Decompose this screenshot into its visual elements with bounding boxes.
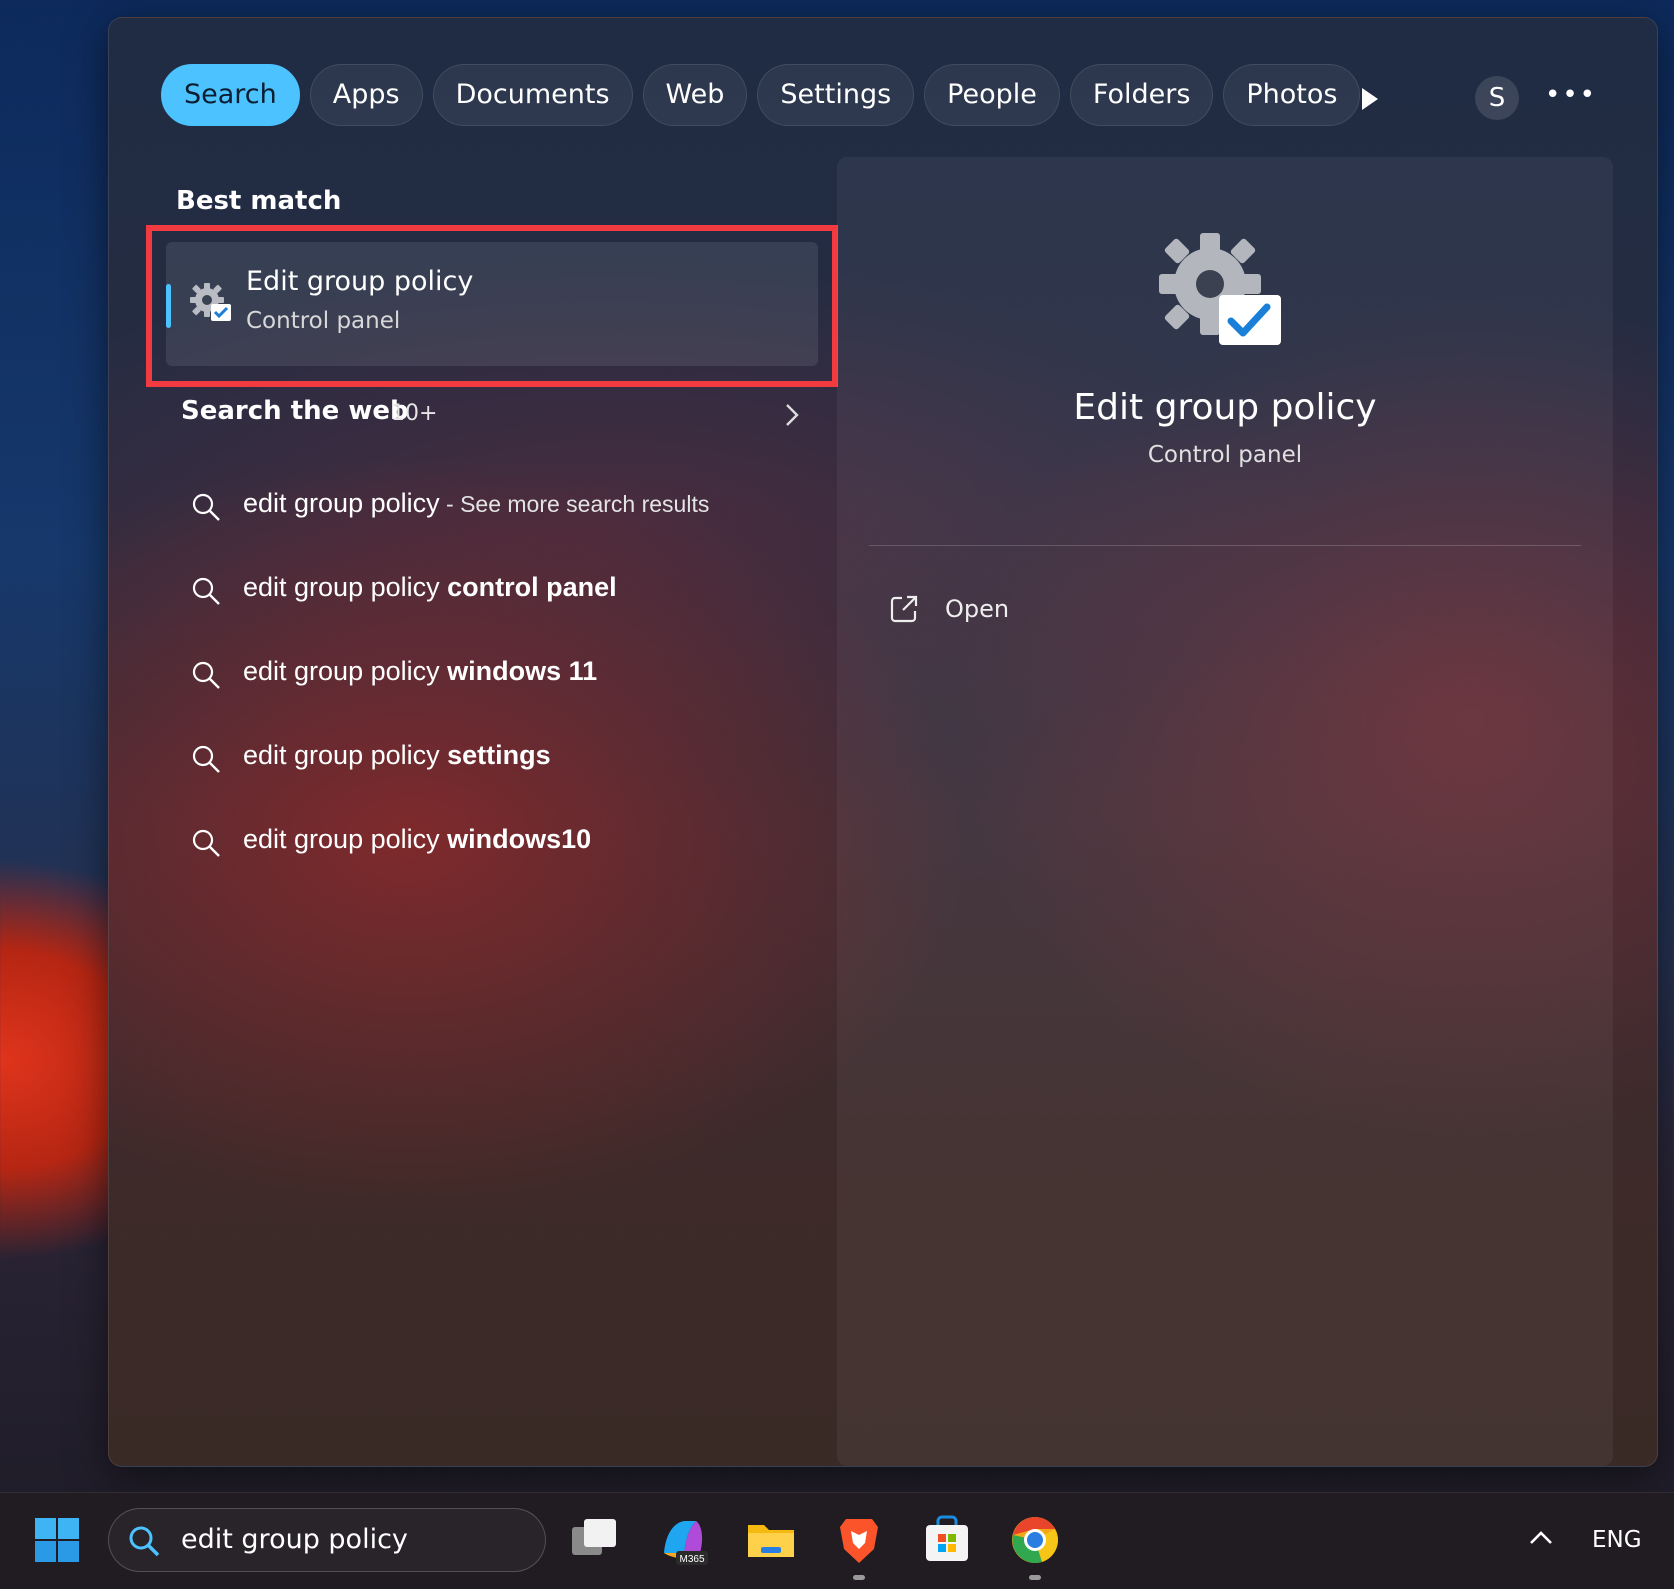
gear-check-icon [1159,233,1281,345]
best-match-title: Edit group policy [246,266,474,297]
task-view-icon[interactable] [568,1513,622,1567]
open-external-icon [890,595,918,623]
divider [869,545,1581,546]
gear-check-icon [190,283,231,321]
detail-pane: Edit group policy Control panel Open [837,157,1613,1466]
best-match-item[interactable]: Edit group policy Control panel [166,242,818,366]
open-label: Open [945,595,1010,623]
tab-search[interactable]: Search [161,64,300,126]
chrome-canary-icon[interactable] [1008,1513,1062,1567]
best-match-heading: Best match [176,186,342,216]
selection-indicator [166,284,171,328]
search-icon [129,1526,160,1557]
search-icon [192,745,220,773]
web-result-text: edit group policy settings [243,740,551,770]
running-indicator [1029,1575,1041,1580]
start-search-panel: Search Apps Documents Web Settings Peopl… [108,17,1658,1467]
file-explorer-icon[interactable] [744,1513,798,1567]
play-icon[interactable] [1354,84,1384,114]
web-result[interactable]: edit group policy - See more search resu… [191,478,811,538]
running-indicator [853,1575,865,1580]
taskbar-search-text: edit group policy [181,1524,408,1555]
detail-subtitle: Control panel [1147,442,1303,468]
search-web-count: 10+ [391,401,438,426]
account-avatar[interactable]: S [1475,76,1519,120]
web-result[interactable]: edit group policy settings [191,730,811,790]
open-button[interactable]: Open [889,582,1189,638]
brave-browser-icon[interactable] [832,1513,886,1567]
tab-people[interactable]: People [924,64,1060,126]
tab-web[interactable]: Web [642,64,748,126]
windows-start-icon[interactable] [34,1517,80,1563]
more-icon[interactable]: ••• [1545,76,1595,120]
tab-photos[interactable]: Photos [1223,64,1361,126]
microsoft-store-icon[interactable] [920,1513,974,1567]
chevron-right-icon[interactable] [782,402,802,428]
web-result[interactable]: edit group policy windows 11 [191,646,811,706]
web-result[interactable]: edit group policy control panel [191,562,811,622]
search-icon [192,577,220,605]
taskbar-search-box[interactable]: edit group policy [108,1508,546,1572]
web-result[interactable]: edit group policy windows10 [191,814,811,874]
tab-documents[interactable]: Documents [432,64,633,126]
web-result-text: edit group policy windows10 [243,824,592,854]
search-icon [192,829,220,857]
microsoft-365-copilot-icon[interactable]: M365 [656,1513,710,1567]
detail-title: Edit group policy [1073,387,1377,428]
web-result-text: edit group policy control panel [243,572,617,602]
search-web-heading: Search the web [181,396,409,426]
tab-apps[interactable]: Apps [309,64,423,126]
search-icon [192,661,220,689]
chevron-up-icon[interactable] [1526,1523,1556,1553]
svg-text:M365: M365 [679,1554,704,1565]
web-result-text: edit group policy - See more search resu… [243,488,710,518]
taskbar: edit group policy M365 ENG [0,1492,1674,1589]
filter-tabs: Search Apps Documents Web Settings Peopl… [161,64,1370,126]
web-result-text: edit group policy windows 11 [243,656,598,686]
tab-folders[interactable]: Folders [1069,64,1214,126]
best-match-subtitle: Control panel [246,308,401,334]
language-indicator[interactable]: ENG [1592,1527,1642,1553]
tab-settings[interactable]: Settings [757,64,915,126]
search-icon [192,493,220,521]
